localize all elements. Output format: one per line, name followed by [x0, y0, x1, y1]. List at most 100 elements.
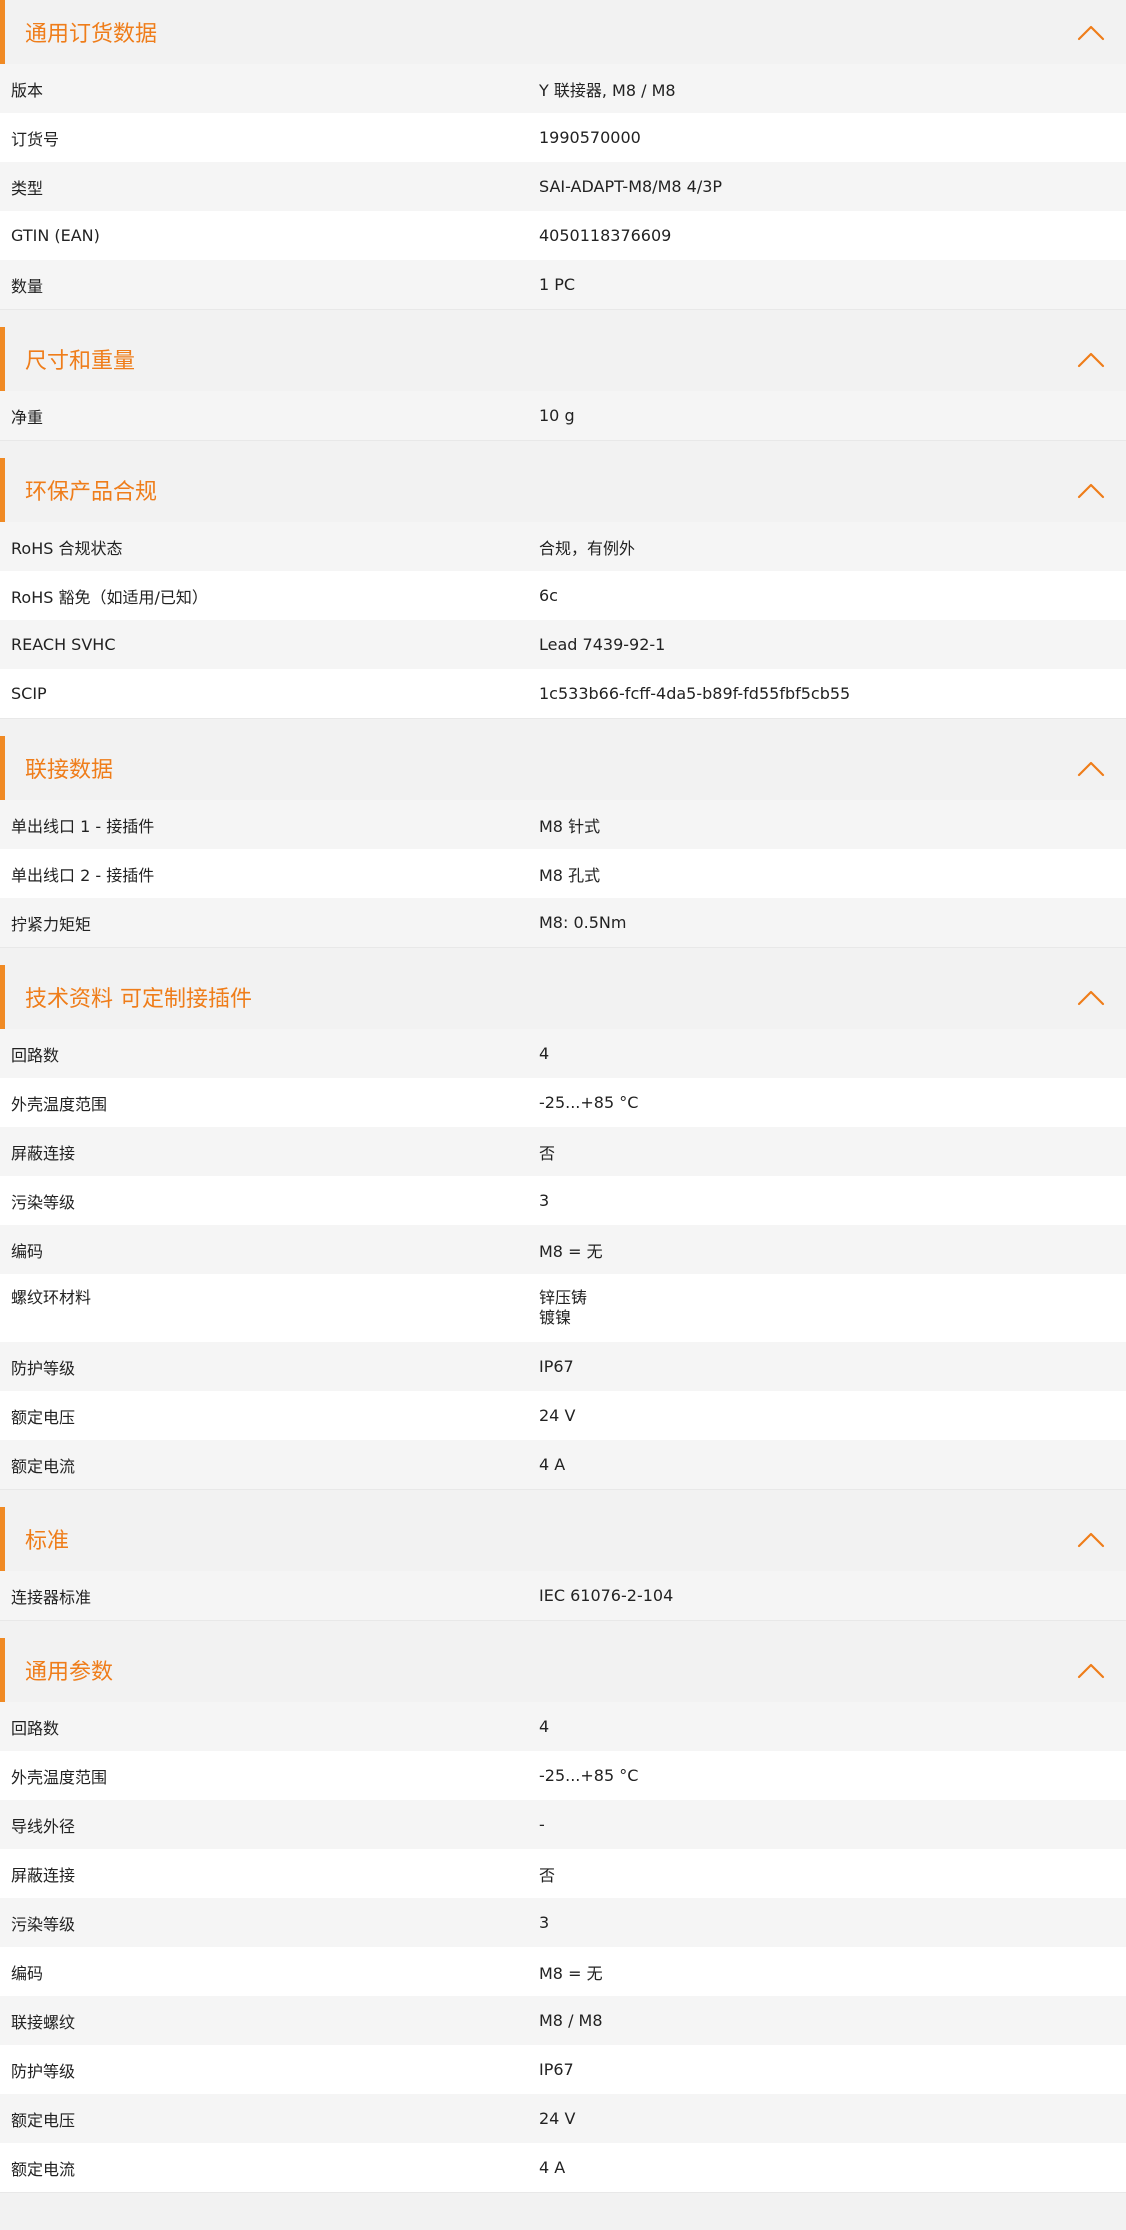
- spec-row: SCIP 1c533b66-fcff-4da5-b89f-fd55fbf5cb55: [0, 669, 1126, 718]
- spec-table: 单出线口 1 - 接插件 M8 针式单出线口 2 - 接插件 M8 孔式拧紧力矩矩 M…: [0, 800, 1126, 947]
- section-title: 通用参数: [25, 1660, 114, 1685]
- spec-value-line: 24 V: [539, 2109, 576, 2128]
- spec-value-line: 10 g: [539, 406, 575, 425]
- spec-row: 数量 1 PC: [0, 260, 1126, 309]
- section-header[interactable]: 通用参数: [0, 1638, 1126, 1702]
- spec-label: 类型: [11, 178, 44, 198]
- spec-label: 防护等级: [11, 2061, 76, 2081]
- spec-value: 24 V: [539, 2109, 1126, 2128]
- spec-value: 1990570000: [539, 128, 1126, 147]
- spec-value: 24 V: [539, 1406, 1126, 1425]
- spec-value-line: M8 / M8: [539, 2011, 603, 2030]
- spec-value: IEC 61076-2-104: [539, 1586, 1126, 1605]
- spec-value-line: 1 PC: [539, 275, 576, 294]
- section-title: 通用订货数据: [25, 22, 158, 47]
- spec-value-line: IP67: [539, 2060, 574, 2079]
- spec-row: 外壳温度范围 -25...+85 °C: [0, 1751, 1126, 1800]
- spec-value-line: M8: 0.5Nm: [539, 913, 627, 932]
- spec-label: 单出线口 2 - 接插件: [11, 865, 155, 885]
- section-title: 技术资料 可定制接插件: [25, 987, 252, 1012]
- section-title: 标准: [25, 1529, 70, 1554]
- spec-row: 回路数 4: [0, 1702, 1126, 1751]
- spec-row: 类型 SAI-ADAPT-M8/M8 4/3P: [0, 162, 1126, 211]
- spec-row: 防护等级 IP67: [0, 1342, 1126, 1391]
- spec-label: 净重: [11, 407, 44, 427]
- section-header[interactable]: 通用订货数据: [0, 0, 1126, 64]
- chevron-up-icon[interactable]: [1076, 1656, 1106, 1684]
- spec-table: 回路数 4 外壳温度范围 -25...+85 °C 屏蔽连接 否污染等级 3 编码 M8 = 无…: [0, 1029, 1126, 1489]
- section-header[interactable]: 尺寸和重量: [0, 327, 1126, 391]
- spec-table: 回路数 4 外壳温度范围 -25...+85 °C 导线外径 - 屏蔽连接 否污染等级 3 编码 M…: [0, 1702, 1126, 2192]
- spec-label: 屏蔽连接: [11, 1143, 76, 1163]
- spec-value: 合规，有例外: [539, 535, 1126, 559]
- spec-label: 连接器标准: [11, 1587, 92, 1607]
- spec-row: 联接螺纹 M8 / M8: [0, 1996, 1126, 2045]
- spec-value-line: 否: [539, 1865, 556, 1885]
- spec-label: 外壳温度范围: [11, 1767, 108, 1787]
- spec-section: 通用订货数据 版本 Y 联接器, M8 / M8 订货号 1990570000 类型 SAI…: [0, 0, 1126, 310]
- spec-value: 4 A: [539, 1455, 1126, 1474]
- spec-value: M8: 0.5Nm: [539, 913, 1126, 932]
- spec-section: 技术资料 可定制接插件 回路数 4 外壳温度范围 -25...+85 °C 屏蔽连接 否污染…: [0, 965, 1126, 1490]
- spec-section: 环保产品合规 RoHS 合规状态 合规，有例外 RoHS 豁免（如适用/已知） 6c RE…: [0, 458, 1126, 719]
- section-header[interactable]: 环保产品合规: [0, 458, 1126, 522]
- spec-row: 回路数 4: [0, 1029, 1126, 1078]
- spec-label: 拧紧力矩矩: [11, 914, 92, 934]
- spec-value: 锌压铸 镀镍: [539, 1274, 1126, 1328]
- spec-value-line: 6c: [539, 586, 558, 605]
- spec-label: 额定电压: [11, 1407, 76, 1427]
- spec-value: -25...+85 °C: [539, 1093, 1126, 1112]
- spec-value: 6c: [539, 586, 1126, 605]
- spec-value: 否: [539, 1140, 1126, 1164]
- spec-row: GTIN (EAN) 4050118376609: [0, 211, 1126, 260]
- spec-value: Y 联接器, M8 / M8: [539, 77, 1126, 101]
- section-header[interactable]: 联接数据: [0, 736, 1126, 800]
- spec-value-line: 锌压铸: [539, 1288, 588, 1307]
- spec-value-line: -: [539, 1815, 545, 1834]
- spec-row: 防护等级 IP67: [0, 2045, 1126, 2094]
- chevron-up-icon[interactable]: [1076, 754, 1106, 782]
- spec-value-line: 3: [539, 1913, 550, 1932]
- spec-value-line: -25...+85 °C: [539, 1093, 639, 1112]
- spec-value: SAI-ADAPT-M8/M8 4/3P: [539, 177, 1126, 196]
- spec-label: 额定电流: [11, 2159, 76, 2179]
- spec-label: 联接螺纹: [11, 2012, 76, 2032]
- chevron-up-icon[interactable]: [1076, 345, 1106, 373]
- spec-row: 导线外径 -: [0, 1800, 1126, 1849]
- section-title: 联接数据: [25, 758, 114, 783]
- spec-label: 编码: [11, 1963, 44, 1983]
- spec-row: 订货号 1990570000: [0, 113, 1126, 162]
- spec-value: 4 A: [539, 2158, 1126, 2177]
- spec-value: 10 g: [539, 406, 1126, 425]
- spec-label: 单出线口 1 - 接插件: [11, 816, 155, 836]
- spec-value: M8 针式: [539, 813, 1126, 837]
- chevron-up-icon[interactable]: [1076, 983, 1106, 1011]
- spec-value: M8 = 无: [539, 1238, 1126, 1262]
- spec-value-line: M8 孔式: [539, 865, 601, 885]
- spec-label: SCIP: [11, 684, 47, 703]
- spec-value: M8 孔式: [539, 862, 1126, 886]
- chevron-up-icon[interactable]: [1076, 18, 1106, 46]
- spec-row: 额定电压 24 V: [0, 2094, 1126, 2143]
- spec-section: 联接数据单出线口 1 - 接插件 M8 针式单出线口 2 - 接插件 M8 孔式拧紧…: [0, 736, 1126, 948]
- spec-row: 额定电流 4 A: [0, 2143, 1126, 2192]
- spec-row: 污染等级 3: [0, 1898, 1126, 1947]
- section-header[interactable]: 标准: [0, 1507, 1126, 1571]
- spec-value: 4: [539, 1044, 1126, 1063]
- spec-value: M8 = 无: [539, 1960, 1126, 1984]
- spec-row: 额定电流 4 A: [0, 1440, 1126, 1489]
- spec-value-line: Lead 7439-92-1: [539, 635, 666, 654]
- spec-value-line: 否: [539, 1143, 556, 1163]
- chevron-up-icon[interactable]: [1076, 476, 1106, 504]
- spec-row: RoHS 合规状态 合规，有例外: [0, 522, 1126, 571]
- spec-value-line: SAI-ADAPT-M8/M8 4/3P: [539, 177, 723, 196]
- spec-value: Lead 7439-92-1: [539, 635, 1126, 654]
- spec-section: 尺寸和重量净重 10 g: [0, 327, 1126, 441]
- section-title: 环保产品合规: [25, 480, 158, 505]
- spec-value-line: 4: [539, 1717, 550, 1736]
- spec-value-line: -25...+85 °C: [539, 1766, 639, 1785]
- chevron-up-icon[interactable]: [1076, 1525, 1106, 1553]
- spec-row: 外壳温度范围 -25...+85 °C: [0, 1078, 1126, 1127]
- section-header[interactable]: 技术资料 可定制接插件: [0, 965, 1126, 1029]
- spec-value-line: 3: [539, 1191, 550, 1210]
